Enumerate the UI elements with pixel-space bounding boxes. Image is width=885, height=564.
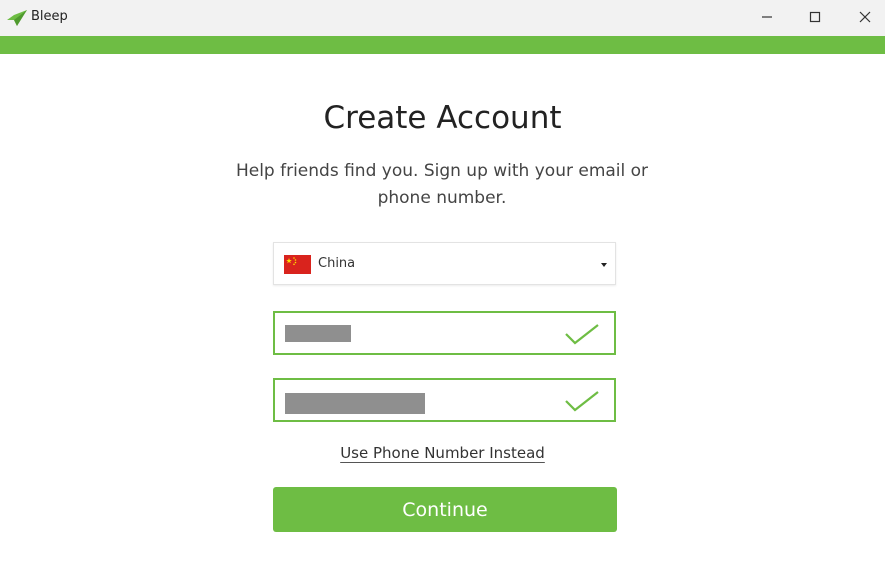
page-title: Create Account xyxy=(323,100,562,136)
use-phone-link-row: Use Phone Number Instead xyxy=(0,444,885,462)
continue-button[interactable]: Continue xyxy=(273,487,617,532)
bleep-logo-icon xyxy=(7,10,27,26)
use-phone-number-link[interactable]: Use Phone Number Instead xyxy=(340,444,545,462)
selected-country: China xyxy=(318,256,356,271)
password-field-value-redacted xyxy=(285,393,425,414)
email-field-value-redacted xyxy=(285,325,351,342)
app-window: Bleep Create Account Help friends find y… xyxy=(0,0,885,564)
password-field[interactable] xyxy=(273,378,616,422)
close-button[interactable] xyxy=(843,0,885,34)
page-subtitle: Help friends find you. Sign up with your… xyxy=(235,161,649,208)
minimize-icon xyxy=(762,16,772,18)
chevron-down-icon xyxy=(601,263,607,267)
china-flag-icon xyxy=(284,255,311,274)
window-title: Bleep xyxy=(31,9,68,24)
email-field[interactable] xyxy=(273,311,616,355)
title-bar: Bleep xyxy=(0,0,885,36)
country-select[interactable]: China xyxy=(273,242,616,285)
accent-bar xyxy=(0,36,885,54)
maximize-button[interactable] xyxy=(793,0,837,34)
maximize-icon xyxy=(809,11,821,23)
checkmark-icon xyxy=(565,391,599,412)
checkmark-icon xyxy=(565,324,599,345)
close-icon xyxy=(859,11,871,23)
minimize-button[interactable] xyxy=(745,0,789,34)
